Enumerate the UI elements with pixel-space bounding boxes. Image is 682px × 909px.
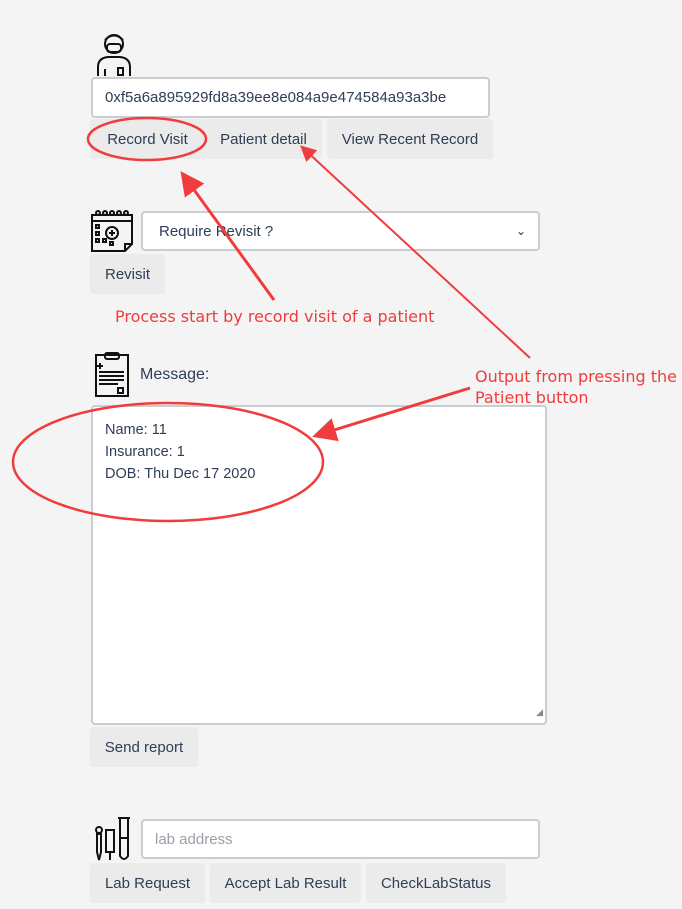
view-recent-record-button[interactable]: View Recent Record: [327, 119, 493, 159]
calendar-medical-icon: [90, 209, 135, 253]
lab-address-placeholder: lab address: [155, 830, 233, 848]
message-line: Name: 11: [105, 422, 167, 438]
output-annotation-line1: Output from pressing the: [475, 367, 677, 386]
doctor-mask-icon: [96, 31, 132, 77]
check-lab-status-button[interactable]: CheckLabStatus: [366, 863, 506, 903]
lab-request-button[interactable]: Lab Request: [90, 863, 205, 903]
chevron-down-icon: ⌄: [515, 224, 526, 238]
send-report-button[interactable]: Send report: [90, 727, 198, 767]
lab-address-input[interactable]: lab address: [141, 819, 540, 859]
resize-handle-icon[interactable]: ◢: [536, 701, 543, 723]
accept-lab-result-button[interactable]: Accept Lab Result: [210, 863, 361, 903]
test-tubes-icon: [91, 816, 133, 862]
output-annotation-line2: Patient button: [475, 388, 589, 407]
require-revisit-select[interactable]: Require Revisit ? ⌄: [141, 211, 540, 251]
message-textarea[interactable]: Name: 11 Insurance: 1 DOB: Thu Dec 17 20…: [91, 405, 547, 725]
record-visit-button[interactable]: Record Visit: [90, 119, 205, 159]
message-line: Insurance: 1: [105, 444, 185, 460]
clipboard-medical-icon: [94, 352, 130, 397]
process-annotation: Process start by record visit of a patie…: [115, 307, 435, 326]
message-label: Message:: [140, 366, 210, 383]
message-line: DOB: Thu Dec 17 2020: [105, 466, 256, 482]
select-value: Require Revisit ?: [159, 222, 274, 240]
patient-detail-button[interactable]: Patient detail: [205, 119, 322, 159]
revisit-button[interactable]: Revisit: [90, 254, 165, 294]
patient-address-input[interactable]: 0xf5a6a895929fd8a39ee8e084a9e474584a93a3…: [91, 77, 490, 118]
